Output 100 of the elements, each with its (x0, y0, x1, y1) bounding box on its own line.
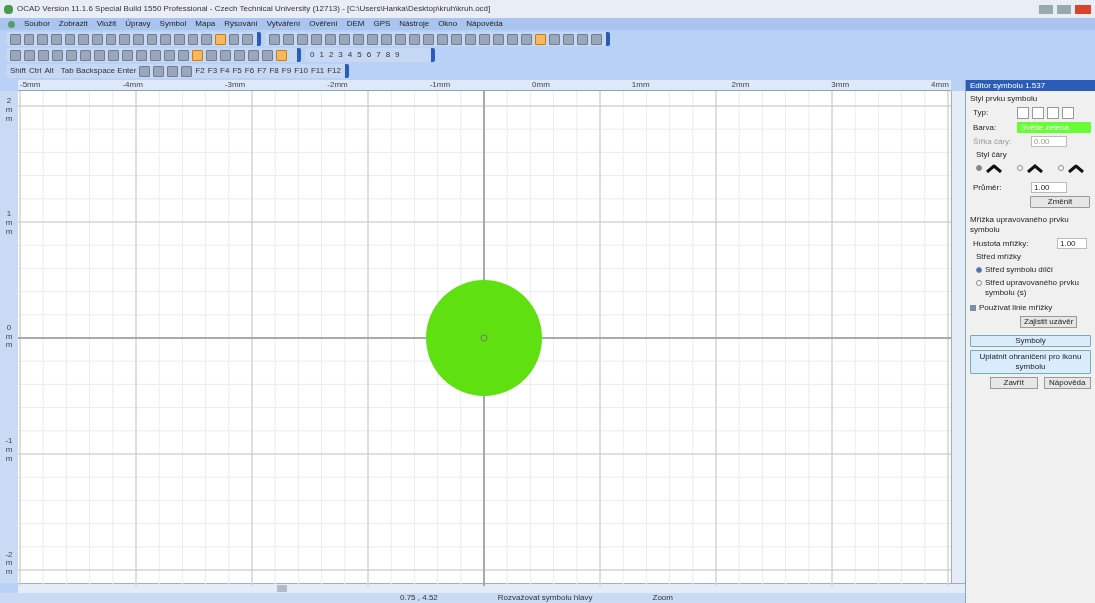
digit-key[interactable]: 5 (356, 51, 363, 59)
tool-icon[interactable] (423, 33, 434, 45)
menu-item[interactable]: DEM (346, 20, 365, 28)
radio-button[interactable] (976, 165, 982, 171)
tool-icon[interactable] (146, 33, 158, 45)
digit-key[interactable]: 3 (337, 51, 344, 59)
tool-icon[interactable] (10, 33, 21, 45)
function-key[interactable]: F11 (310, 67, 325, 75)
tool-icon[interactable] (150, 49, 161, 61)
horizontal-scrollbar[interactable] (18, 583, 965, 593)
menu-item[interactable]: Nástroje (399, 20, 430, 28)
tool-icon[interactable] (133, 33, 144, 45)
tool-icon[interactable] (395, 33, 406, 45)
tool-icon[interactable] (297, 33, 308, 45)
grid-density-field[interactable]: 1.00 (1057, 238, 1087, 249)
tool-icon[interactable] (409, 33, 420, 45)
tool-icon[interactable] (178, 49, 189, 61)
tool-icon[interactable] (122, 49, 133, 61)
tool-icon[interactable] (10, 49, 21, 61)
tool-icon[interactable] (201, 33, 213, 45)
tool-icon[interactable] (51, 33, 62, 45)
checkbox[interactable] (970, 305, 976, 311)
function-key[interactable]: F2 (195, 67, 205, 75)
tool-icon[interactable] (242, 33, 254, 45)
menu-item[interactable]: Mapa (195, 20, 216, 28)
tool-icon[interactable] (563, 33, 574, 45)
tool-icon[interactable] (493, 33, 504, 45)
function-key[interactable]: F10 (294, 67, 308, 75)
digit-key[interactable]: 7 (375, 51, 382, 59)
tool-icon[interactable] (507, 33, 518, 45)
apply-button[interactable]: Uplatnit ohraničení pro ikonu symbolu (970, 350, 1091, 374)
function-key[interactable]: F6 (244, 67, 255, 75)
menu-item[interactable]: Vložit (96, 20, 117, 28)
tool-icon[interactable] (92, 33, 103, 45)
tool-icon[interactable] (174, 33, 185, 45)
radio-button[interactable] (1017, 165, 1023, 171)
menu-item[interactable]: Okno (438, 20, 458, 28)
tool-icon[interactable] (353, 33, 364, 45)
tool-icon[interactable] (283, 33, 294, 45)
modifier-key[interactable]: Ctrl (29, 67, 42, 75)
tool-icon[interactable] (549, 33, 560, 45)
maximize-icon[interactable] (1057, 4, 1071, 14)
tool-icon[interactable] (24, 49, 35, 61)
menu-item[interactable]: Ověření (309, 20, 338, 28)
tool-icon[interactable] (465, 33, 476, 45)
tool-icon[interactable] (108, 49, 119, 61)
change-button[interactable]: Změnit (1030, 196, 1090, 208)
modifier-key[interactable]: Alt (44, 67, 54, 75)
tool-icon[interactable] (66, 49, 77, 61)
close-icon[interactable] (1075, 4, 1091, 14)
tool-icon[interactable] (339, 33, 350, 45)
tool-icon[interactable] (94, 49, 105, 61)
menu-item[interactable]: Soubor (24, 20, 50, 28)
tool-icon[interactable] (192, 49, 203, 61)
symbols-button[interactable]: Symboly (970, 335, 1091, 347)
radio-button[interactable] (1058, 165, 1064, 171)
tool-icon[interactable] (311, 33, 322, 45)
digit-key[interactable]: 0 (309, 51, 316, 59)
tool-icon[interactable] (215, 33, 226, 45)
tool-icon[interactable] (136, 49, 147, 61)
tool-icon[interactable] (37, 33, 48, 45)
menu-item[interactable]: Vytváření (266, 20, 301, 28)
menu-item[interactable]: Úpravy (125, 20, 151, 28)
tool-icon[interactable] (577, 33, 588, 45)
radio-button[interactable] (976, 280, 982, 286)
tool-icon[interactable] (367, 33, 378, 45)
tool-icon[interactable] (228, 33, 240, 45)
tool-icon[interactable] (535, 33, 546, 45)
tool-icon[interactable] (52, 49, 63, 61)
lock-button[interactable]: Zajistit uzávěr (1020, 316, 1078, 328)
tool-icon[interactable] (521, 33, 532, 45)
close-button[interactable]: Zavřít (990, 377, 1038, 389)
tool-icon[interactable] (64, 33, 76, 45)
tool-icon[interactable] (248, 49, 259, 61)
modifier-key[interactable]: Shift (10, 67, 26, 75)
tool-icon[interactable] (269, 33, 280, 45)
tool-icon[interactable] (105, 33, 117, 45)
function-key[interactable]: F3 (207, 67, 218, 75)
function-key[interactable]: F5 (232, 67, 242, 75)
minimize-icon[interactable] (1039, 4, 1053, 14)
menu-item[interactable]: Rýsování (224, 20, 258, 28)
tool-icon[interactable] (325, 33, 336, 45)
digit-key[interactable]: 2 (327, 51, 335, 59)
digit-key[interactable]: 8 (384, 51, 392, 59)
tool-icon[interactable] (119, 33, 131, 45)
tool-icon[interactable] (164, 49, 175, 61)
function-key[interactable]: F12 (327, 67, 341, 75)
tool-icon[interactable] (437, 33, 448, 45)
menu-item[interactable]: Zobrazit (58, 20, 88, 28)
tool-icon[interactable] (23, 33, 35, 45)
tool-icon[interactable] (160, 33, 172, 45)
vertical-scrollbar[interactable] (951, 91, 965, 583)
digit-key[interactable]: 6 (365, 51, 373, 59)
function-key[interactable]: F4 (220, 67, 230, 75)
menu-item[interactable]: GPS (373, 20, 391, 28)
tool-icon[interactable] (78, 33, 90, 45)
tool-icon[interactable] (206, 49, 217, 61)
tool-icon[interactable] (234, 49, 245, 61)
help-button[interactable]: Nápověda (1043, 377, 1091, 389)
tool-icon[interactable] (187, 33, 199, 45)
